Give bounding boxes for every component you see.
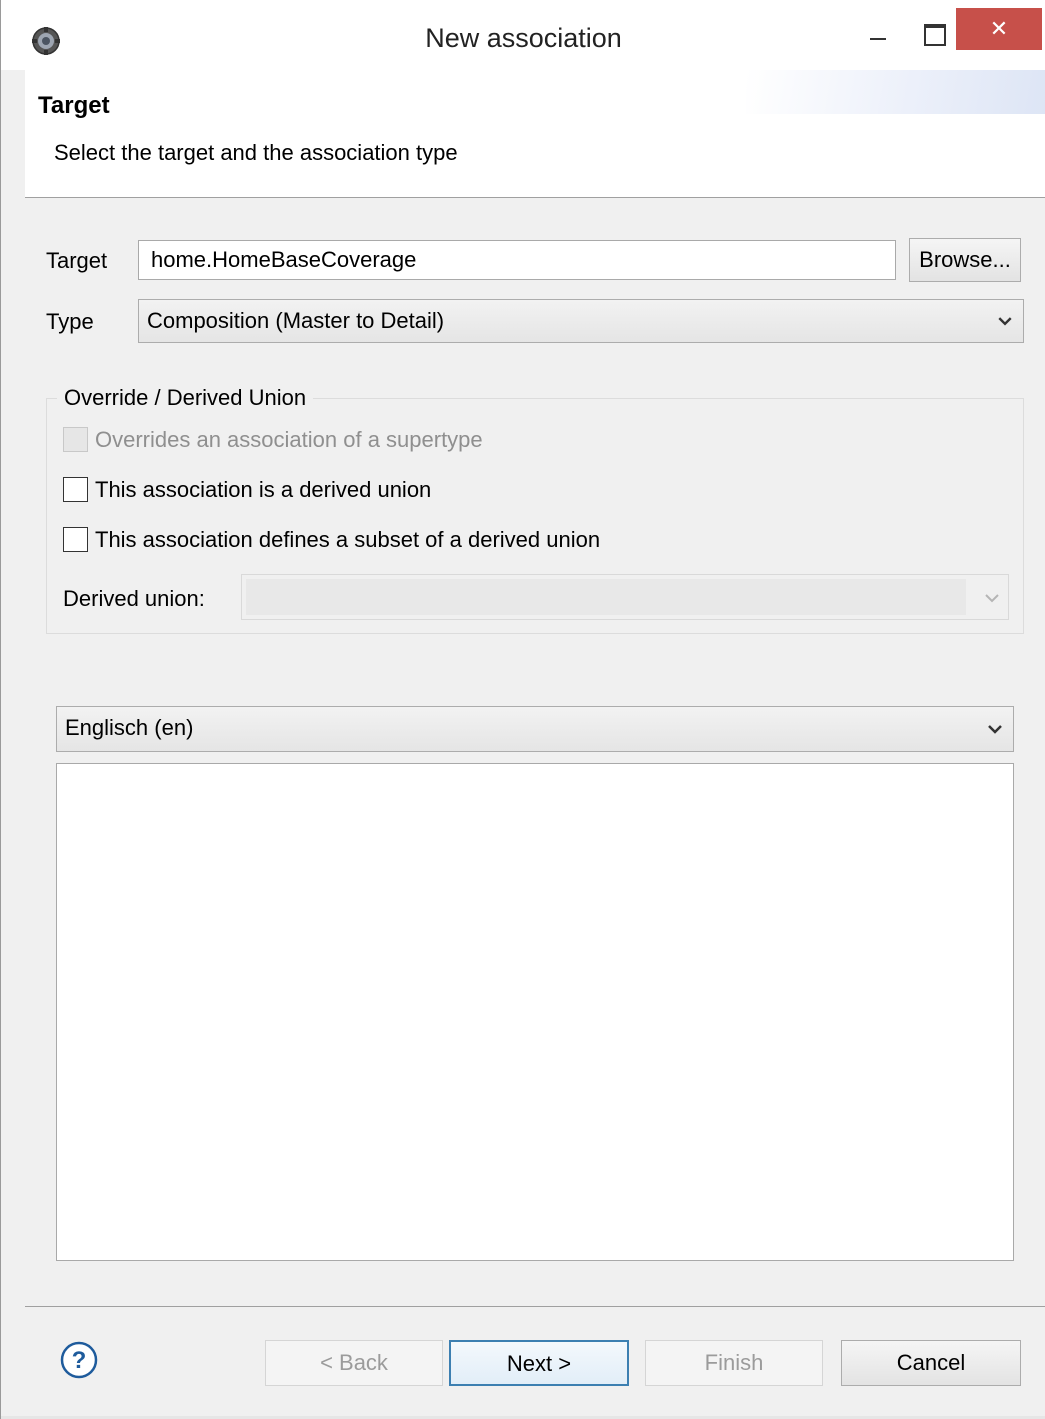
language-select[interactable]: Englisch (en): [56, 706, 1014, 752]
page-title: Target: [38, 92, 110, 119]
derived-union-select: [241, 574, 1009, 620]
overrides-checkbox: [63, 427, 88, 452]
chevron-down-icon: [985, 594, 999, 603]
type-label: Type: [46, 309, 94, 334]
maximize-button[interactable]: [911, 14, 955, 54]
footer-separator: [25, 1306, 1045, 1307]
browse-button[interactable]: Browse...: [909, 238, 1021, 282]
header-decoration: [746, 70, 1045, 114]
help-question-icon[interactable]: ?: [59, 1340, 99, 1380]
description-textarea[interactable]: [56, 763, 1014, 1261]
target-label: Target: [46, 248, 108, 273]
dialog-window: New association ✕ Target Select the targ…: [0, 0, 1045, 1419]
next-button[interactable]: Next >: [449, 1340, 629, 1386]
subset-checkbox-label[interactable]: This association defines a subset of a d…: [95, 527, 600, 553]
page-description: Select the target and the association ty…: [54, 140, 458, 165]
target-input[interactable]: home.HomeBaseCoverage: [138, 240, 896, 280]
close-button[interactable]: ✕: [956, 8, 1042, 50]
chevron-down-icon: [988, 725, 1002, 734]
finish-button[interactable]: Finish: [645, 1340, 823, 1386]
derived-union-checkbox-label[interactable]: This association is a derived union: [95, 477, 431, 503]
wizard-header: Target Select the target and the associa…: [25, 70, 1045, 198]
svg-text:?: ?: [72, 1347, 87, 1374]
minimize-button[interactable]: [861, 14, 899, 54]
chevron-down-icon: [998, 317, 1012, 326]
back-button[interactable]: < Back: [265, 1340, 443, 1386]
derived-union-checkbox[interactable]: [63, 477, 88, 502]
override-group-legend: Override / Derived Union: [57, 385, 314, 411]
type-select[interactable]: Composition (Master to Detail): [138, 299, 1024, 343]
overrides-checkbox-label: Overrides an association of a supertype: [95, 427, 483, 452]
language-select-value: Englisch (en): [65, 715, 194, 740]
title-bar[interactable]: New association ✕: [1, 0, 1045, 70]
subset-checkbox[interactable]: [63, 527, 88, 552]
cancel-button[interactable]: Cancel: [841, 1340, 1021, 1386]
derived-union-label: Derived union:: [63, 586, 205, 611]
type-select-value: Composition (Master to Detail): [147, 308, 445, 333]
derived-union-value: [246, 579, 966, 615]
